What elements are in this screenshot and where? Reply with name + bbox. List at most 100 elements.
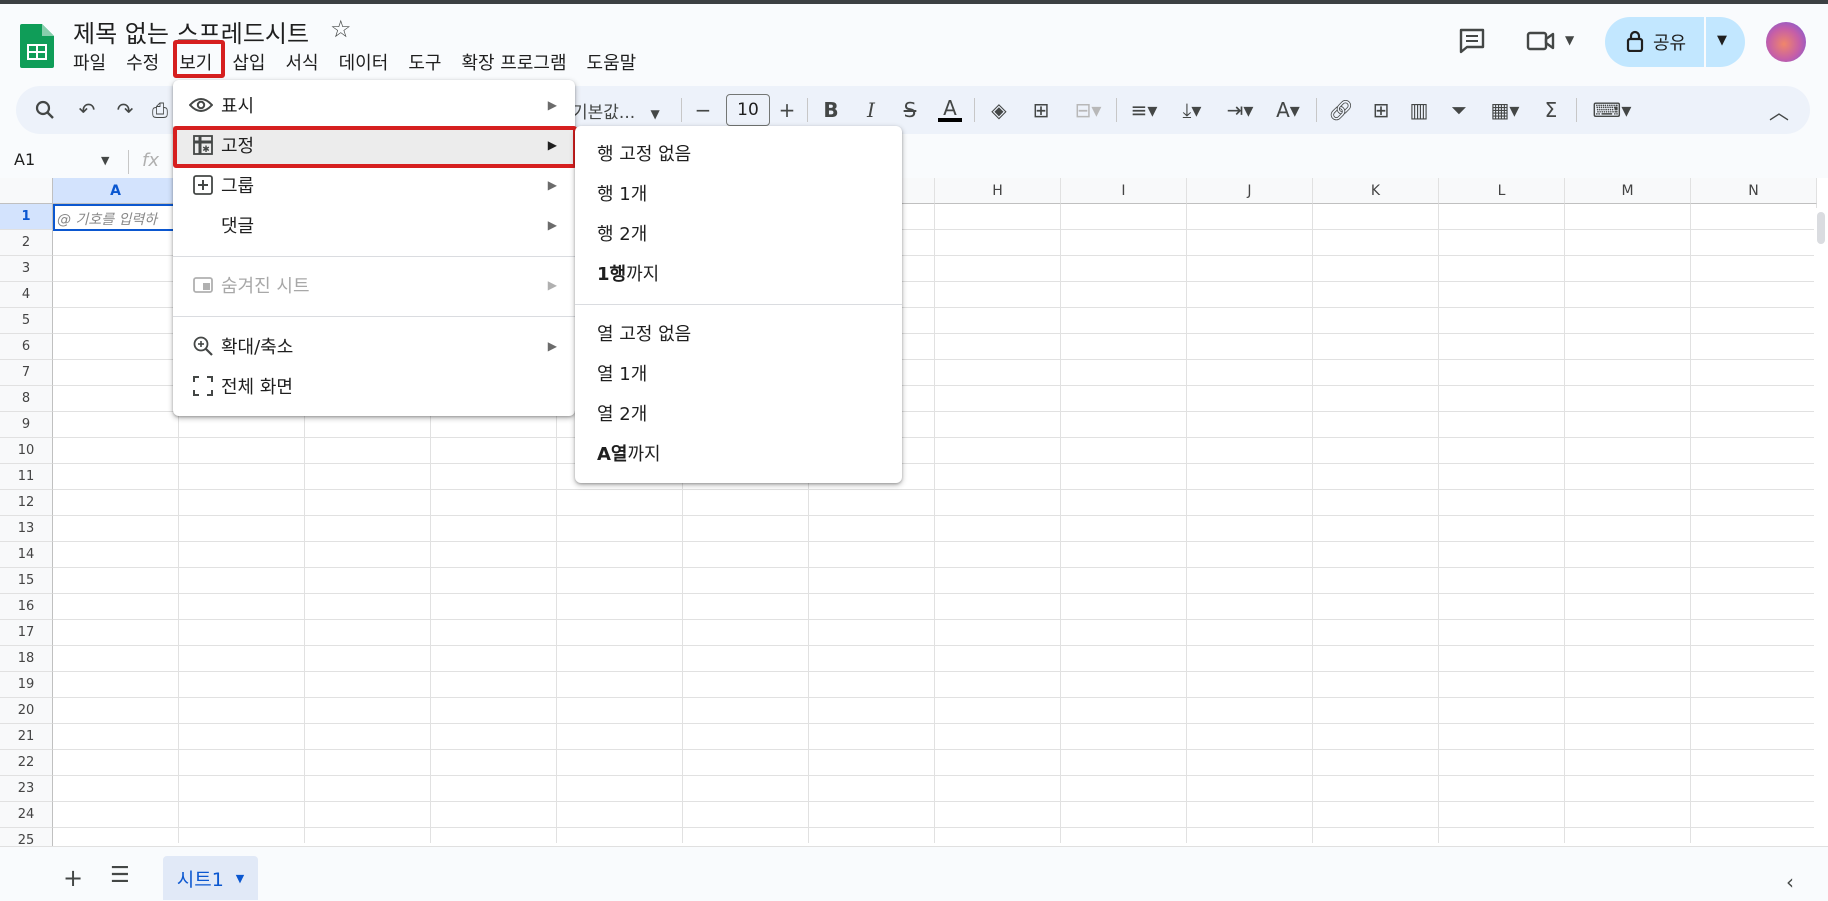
row-header[interactable]: 25 [0,828,53,846]
functions-icon[interactable]: Σ [1534,86,1568,134]
add-sheet-icon[interactable]: + [63,866,83,890]
row-header[interactable]: 18 [0,646,53,672]
font-name-select[interactable]: 기본값... ▼ [572,98,660,123]
grid-line [53,619,1828,620]
freeze-1-column[interactable]: 열 1개 [575,354,902,392]
font-size-input[interactable]: 10 [726,94,770,126]
menu-insert[interactable]: 삽입 [222,49,275,75]
row-header[interactable]: 20 [0,698,53,724]
row-header[interactable]: 2 [0,230,53,256]
row-header[interactable]: 19 [0,672,53,698]
video-dropdown-icon[interactable]: ▼ [1565,33,1574,47]
row-header[interactable]: 5 [0,308,53,334]
row-header[interactable]: 11 [0,464,53,490]
menu-item-zoom[interactable]: 확대/축소 ▶ [173,327,575,365]
column-header[interactable]: N [1691,178,1817,204]
column-header[interactable]: H [935,178,1061,204]
filter-icon[interactable]: ⏷ [1442,86,1476,134]
star-icon[interactable]: ☆ [330,15,352,43]
menu-item-comments[interactable]: 댓글 ▶ [173,206,575,244]
vertical-scrollbar[interactable] [1814,208,1828,846]
sheet-tab[interactable]: 시트1 ▼ [163,856,258,900]
fullscreen-icon [193,376,213,396]
menu-edit[interactable]: 수정 [116,49,169,75]
row-header[interactable]: 15 [0,568,53,594]
column-header[interactable]: M [1565,178,1691,204]
insert-comment-icon[interactable]: ⊞ [1364,86,1398,134]
freeze-up-to-row[interactable]: 1행까지 [575,254,902,292]
menu-item-group[interactable]: 그룹 ▶ [173,166,575,204]
row-header[interactable]: 3 [0,256,53,282]
fill-color-icon[interactable]: ◈ [982,86,1016,134]
text-wrap-icon[interactable]: ⇥▾ [1218,86,1262,134]
menu-tools[interactable]: 도구 [398,49,451,75]
row-header[interactable]: 9 [0,412,53,438]
freeze-up-to-column[interactable]: A열까지 [575,434,902,472]
submenu-item-label: 열 1개 [597,364,648,385]
row-header[interactable]: 21 [0,724,53,750]
freeze-no-rows[interactable]: 행 고정 없음 [575,134,902,172]
redo-icon[interactable]: ↷ [110,86,140,134]
align-vertical-icon[interactable]: ⤓▾ [1170,86,1214,134]
filter-views-icon[interactable]: ▦▾ [1482,86,1528,134]
row-header[interactable]: 1 [0,204,53,230]
print-icon[interactable]: ⎙ [150,86,170,134]
select-all-corner[interactable] [0,178,53,204]
name-box[interactable]: A1 [14,150,35,169]
name-box-dropdown-icon[interactable]: ▼ [101,154,109,167]
active-cell[interactable]: @ 기호를 입력하 [53,204,179,231]
link-icon[interactable]: 🔗︎ [1324,86,1358,134]
row-header[interactable]: 22 [0,750,53,776]
row-header[interactable]: 12 [0,490,53,516]
menu-data[interactable]: 데이터 [329,49,399,75]
column-header[interactable]: K [1313,178,1439,204]
column-header[interactable]: A [53,178,179,204]
menu-file[interactable]: 파일 [73,49,116,75]
row-header[interactable]: 14 [0,542,53,568]
menu-help[interactable]: 도움말 [577,49,647,75]
row-header[interactable]: 8 [0,386,53,412]
row-header[interactable]: 24 [0,802,53,828]
row-header[interactable]: 7 [0,360,53,386]
row-header[interactable]: 23 [0,776,53,802]
text-rotation-icon[interactable]: A▾ [1266,86,1310,134]
grid-line [53,749,1828,750]
freeze-1-row[interactable]: 행 1개 [575,174,902,212]
row-header[interactable]: 6 [0,334,53,360]
column-header[interactable]: L [1439,178,1565,204]
sheets-logo-icon[interactable] [20,24,54,68]
row-header[interactable]: 16 [0,594,53,620]
avatar[interactable] [1766,22,1806,62]
input-tools-icon[interactable]: ⌨▾ [1584,86,1640,134]
freeze-2-columns[interactable]: 열 2개 [575,394,902,432]
vertical-scroll-thumb[interactable] [1817,212,1825,244]
row-header[interactable]: 17 [0,620,53,646]
undo-icon[interactable]: ↶ [72,86,102,134]
borders-icon[interactable]: ⊞ [1024,86,1058,134]
align-horizontal-icon[interactable]: ≡▾ [1122,86,1166,134]
row-header[interactable]: 13 [0,516,53,542]
collapse-toolbar-icon[interactable]: ︿ [1762,86,1796,134]
share-button[interactable]: 공유 ▼ [1605,17,1745,67]
submenu-item-label: 까지 [626,264,660,285]
menu-item-show[interactable]: 표시 ▶ [173,86,575,124]
freeze-2-rows[interactable]: 행 2개 [575,214,902,252]
text-color-icon[interactable]: A [933,86,967,134]
share-dropdown-icon[interactable]: ▼ [1717,33,1727,48]
row-header[interactable]: 4 [0,282,53,308]
menu-item-fullscreen[interactable]: 전체 화면 [173,367,575,405]
all-sheets-icon[interactable]: ☰ [110,865,130,887]
sheet-tab-dropdown-icon[interactable]: ▼ [236,872,244,885]
menu-format[interactable]: 서식 [276,49,329,75]
submenu-arrow-icon: ▶ [547,278,557,292]
column-header[interactable]: I [1061,178,1187,204]
comment-icon[interactable] [1458,28,1486,54]
collapse-sidebar-icon[interactable]: ‹ [1786,872,1794,892]
column-header[interactable]: J [1187,178,1313,204]
freeze-no-columns[interactable]: 열 고정 없음 [575,314,902,352]
search-icon[interactable] [30,86,60,134]
video-call-icon[interactable] [1526,30,1556,52]
insert-chart-icon[interactable]: ▥ [1402,86,1436,134]
menu-extensions[interactable]: 확장 프로그램 [451,49,576,75]
row-header[interactable]: 10 [0,438,53,464]
